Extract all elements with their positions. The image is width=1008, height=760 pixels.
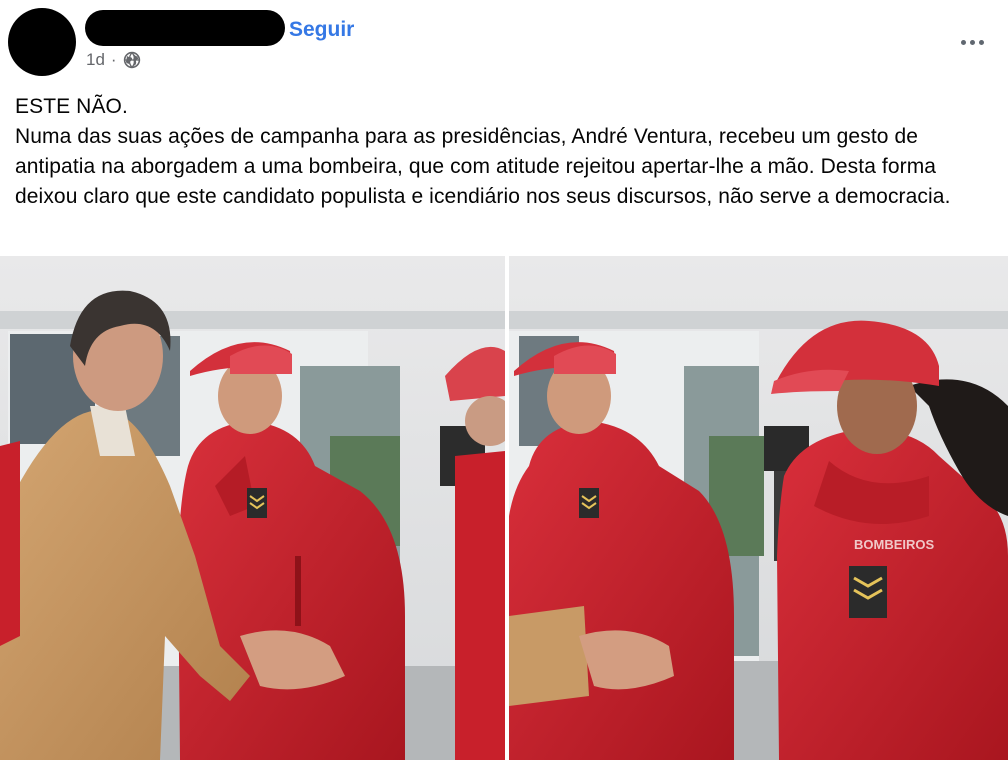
globe-icon: [123, 51, 140, 69]
dot: [969, 39, 975, 45]
photo-handshake-scene: [0, 256, 505, 760]
photo-right[interactable]: BOMBEIROS: [509, 256, 1008, 760]
photo-left[interactable]: [0, 256, 505, 760]
post-photos[interactable]: BOMBEIROS: [0, 256, 1008, 760]
follow-button[interactable]: Seguir: [289, 18, 354, 42]
dot: [978, 39, 984, 45]
post-headline: ESTE NÃO.: [15, 95, 128, 118]
author-avatar[interactable]: [8, 8, 76, 76]
post-body: Numa das suas ações de campanha para as …: [15, 125, 951, 208]
author-name-redacted[interactable]: [85, 10, 285, 46]
post-text: ESTE NÃO. Numa das suas ações de campanh…: [15, 92, 995, 212]
meta-separator: ·: [110, 50, 117, 69]
photo-firefighter-scene: BOMBEIROS: [509, 256, 1008, 760]
more-options-icon[interactable]: [955, 30, 989, 54]
dot: [960, 39, 966, 45]
post-time[interactable]: 1d: [86, 50, 105, 70]
post-meta: 1d ·: [86, 50, 141, 70]
jacket-badge-text: BOMBEIROS: [854, 537, 935, 552]
